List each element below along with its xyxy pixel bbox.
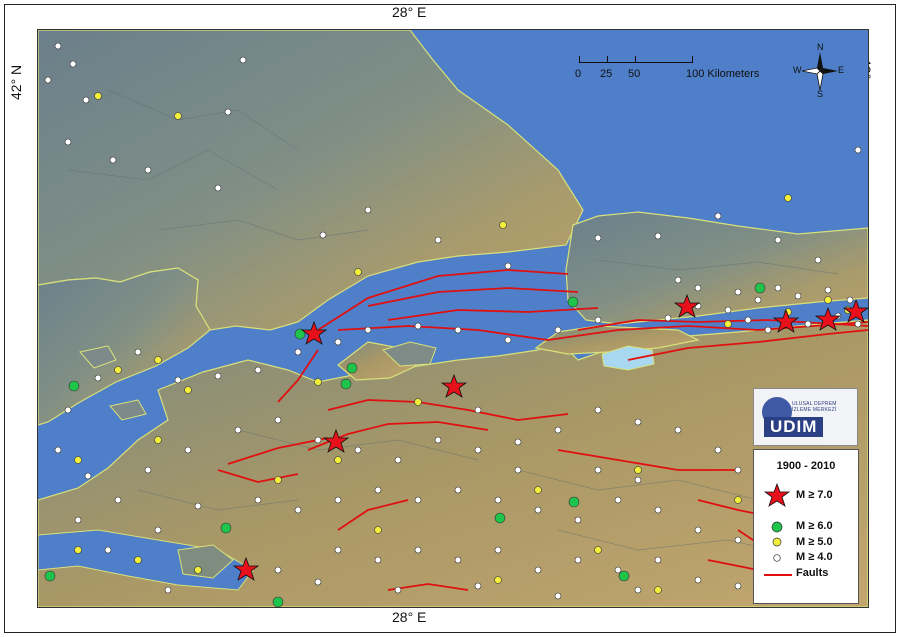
seismicity-map [37,29,869,608]
legend-m4-label: M ≥ 4.0 [796,551,833,563]
west-label: W [793,65,802,75]
scale-tick [692,56,693,63]
map-legend: 1900 - 2010 M ≥ 7.0 M ≥ 6.0 M ≥ 5.0 M ≥ … [753,449,859,604]
legend-m6-label: M ≥ 6.0 [796,520,833,532]
bottom-longitude-label: 28° E [392,609,427,625]
yellow-circle-icon [772,537,782,547]
legend-m7-label: M ≥ 7.0 [796,489,833,501]
north-arrow: N S E W [793,42,846,99]
scale-tick [579,56,580,63]
fault-line-icon [764,574,792,576]
east-label: E [838,65,845,75]
scale-bar: 0 25 50 100 Kilometers [573,48,803,88]
legend-title: 1900 - 2010 [776,460,836,472]
green-circle-icon [771,521,783,533]
scale-tick [635,56,636,63]
scale-tick [607,56,608,63]
legend-m5-label: M ≥ 5.0 [796,536,833,548]
scale-label-0: 0 [575,68,582,80]
white-circle-icon [773,554,781,562]
logo-subtitle: ULUSAL DEPREM İZLEME MERKEZİ [792,401,837,413]
red-star-icon [764,483,790,507]
map-canvas [38,30,868,607]
scale-label-50: 50 [628,68,641,80]
scale-label-100: 100 Kilometers [686,68,760,80]
top-longitude-label: 28° E [392,4,427,20]
scale-label-25: 25 [600,68,613,80]
south-label: S [817,89,824,99]
legend-faults-label: Faults [796,567,829,579]
left-latitude-label: 42° N [8,64,24,100]
logo-name: UDIM [764,417,824,437]
north-label: N [817,42,824,52]
udim-logo: ULUSAL DEPREM İZLEME MERKEZİ UDIM [753,388,858,446]
